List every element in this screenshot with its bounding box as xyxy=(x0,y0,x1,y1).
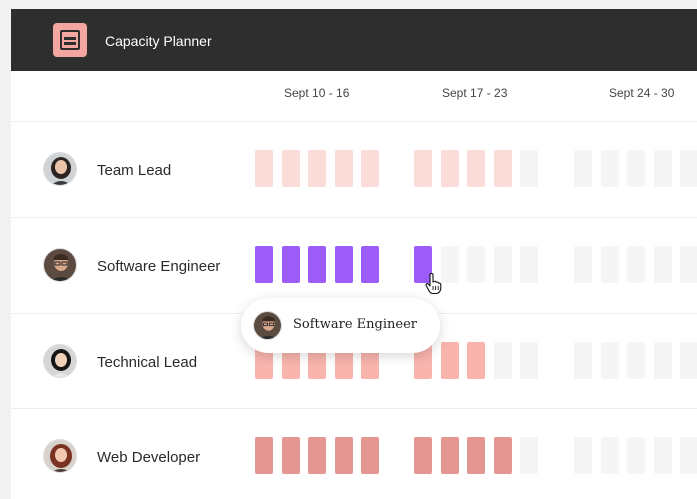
booked-day-cell[interactable] xyxy=(440,342,459,379)
available-day-cell[interactable] xyxy=(653,246,672,283)
booked-day-cell[interactable] xyxy=(255,246,273,283)
available-day-cell[interactable] xyxy=(467,246,485,283)
booked-day-cell[interactable] xyxy=(414,437,432,474)
avatar-woman-dark-hair[interactable] xyxy=(43,152,77,186)
available-day-cell[interactable] xyxy=(680,342,697,379)
week-header-1: Sept 10 - 16 xyxy=(284,86,350,100)
avatar-man-glasses xyxy=(253,311,282,340)
hand-pointer-icon xyxy=(425,272,443,300)
booked-day-cell[interactable] xyxy=(467,342,485,379)
available-day-cell[interactable] xyxy=(600,150,619,187)
available-day-cell[interactable] xyxy=(680,150,697,187)
booked-day-cell[interactable] xyxy=(255,150,273,187)
avatar-woman-red-hair[interactable] xyxy=(43,439,77,473)
available-day-cell[interactable] xyxy=(493,342,512,379)
available-day-cell[interactable] xyxy=(520,437,538,474)
booked-day-cell[interactable] xyxy=(308,246,326,283)
available-day-cell[interactable] xyxy=(600,246,619,283)
available-day-cell[interactable] xyxy=(520,150,538,187)
available-day-cell[interactable] xyxy=(600,437,619,474)
available-day-cell[interactable] xyxy=(493,246,512,283)
available-day-cell[interactable] xyxy=(627,150,645,187)
available-day-cell[interactable] xyxy=(574,246,592,283)
available-day-cell[interactable] xyxy=(627,342,645,379)
booked-day-cell[interactable] xyxy=(440,437,459,474)
available-day-cell[interactable] xyxy=(440,246,459,283)
booked-day-cell[interactable] xyxy=(281,437,300,474)
available-day-cell[interactable] xyxy=(627,437,645,474)
role-label-web-developer: Web Developer xyxy=(97,449,201,466)
booked-day-cell[interactable] xyxy=(361,437,379,474)
hover-tooltip: Software Engineer xyxy=(241,298,440,353)
available-day-cell[interactable] xyxy=(653,342,672,379)
booked-day-cell[interactable] xyxy=(281,246,300,283)
available-day-cell[interactable] xyxy=(653,437,672,474)
top-bar: Capacity Planner xyxy=(11,9,697,71)
tooltip-label: Software Engineer xyxy=(293,317,418,332)
row-divider xyxy=(11,217,697,218)
booked-day-cell[interactable] xyxy=(361,150,379,187)
role-label-software-engineer: Software Engineer xyxy=(97,258,221,275)
booked-day-cell[interactable] xyxy=(467,437,485,474)
available-day-cell[interactable] xyxy=(520,342,538,379)
avatar-woman-black-hair[interactable] xyxy=(43,344,77,378)
calendar-list-icon[interactable] xyxy=(53,23,87,57)
available-day-cell[interactable] xyxy=(574,437,592,474)
booked-day-cell[interactable] xyxy=(308,437,326,474)
row-divider xyxy=(11,408,697,409)
booked-day-cell[interactable] xyxy=(493,437,512,474)
week-header-2: Sept 17 - 23 xyxy=(442,86,508,100)
week-header-3: Sept 24 - 30 xyxy=(609,86,675,100)
available-day-cell[interactable] xyxy=(680,246,697,283)
capacity-planner-app: Capacity Planner Sept 10 - 16 Sept 17 - … xyxy=(11,9,697,499)
booked-day-cell[interactable] xyxy=(334,246,353,283)
booked-day-cell[interactable] xyxy=(467,150,485,187)
available-day-cell[interactable] xyxy=(627,246,645,283)
role-label-team-lead: Team Lead xyxy=(97,162,172,179)
booked-day-cell[interactable] xyxy=(493,150,512,187)
available-day-cell[interactable] xyxy=(600,342,619,379)
available-day-cell[interactable] xyxy=(574,342,592,379)
available-day-cell[interactable] xyxy=(653,150,672,187)
row-divider xyxy=(11,121,697,122)
role-label-technical-lead: Technical Lead xyxy=(97,354,198,371)
booked-day-cell[interactable] xyxy=(414,150,432,187)
booked-day-cell[interactable] xyxy=(334,437,353,474)
booked-day-cell[interactable] xyxy=(281,150,300,187)
booked-day-cell[interactable] xyxy=(361,246,379,283)
avatar-man-glasses[interactable] xyxy=(43,248,77,282)
booked-day-cell[interactable] xyxy=(308,150,326,187)
app-title: Capacity Planner xyxy=(105,33,212,49)
available-day-cell[interactable] xyxy=(520,246,538,283)
available-day-cell[interactable] xyxy=(680,437,697,474)
available-day-cell[interactable] xyxy=(574,150,592,187)
booked-day-cell[interactable] xyxy=(255,437,273,474)
booked-day-cell[interactable] xyxy=(334,150,353,187)
booked-day-cell[interactable] xyxy=(440,150,459,187)
